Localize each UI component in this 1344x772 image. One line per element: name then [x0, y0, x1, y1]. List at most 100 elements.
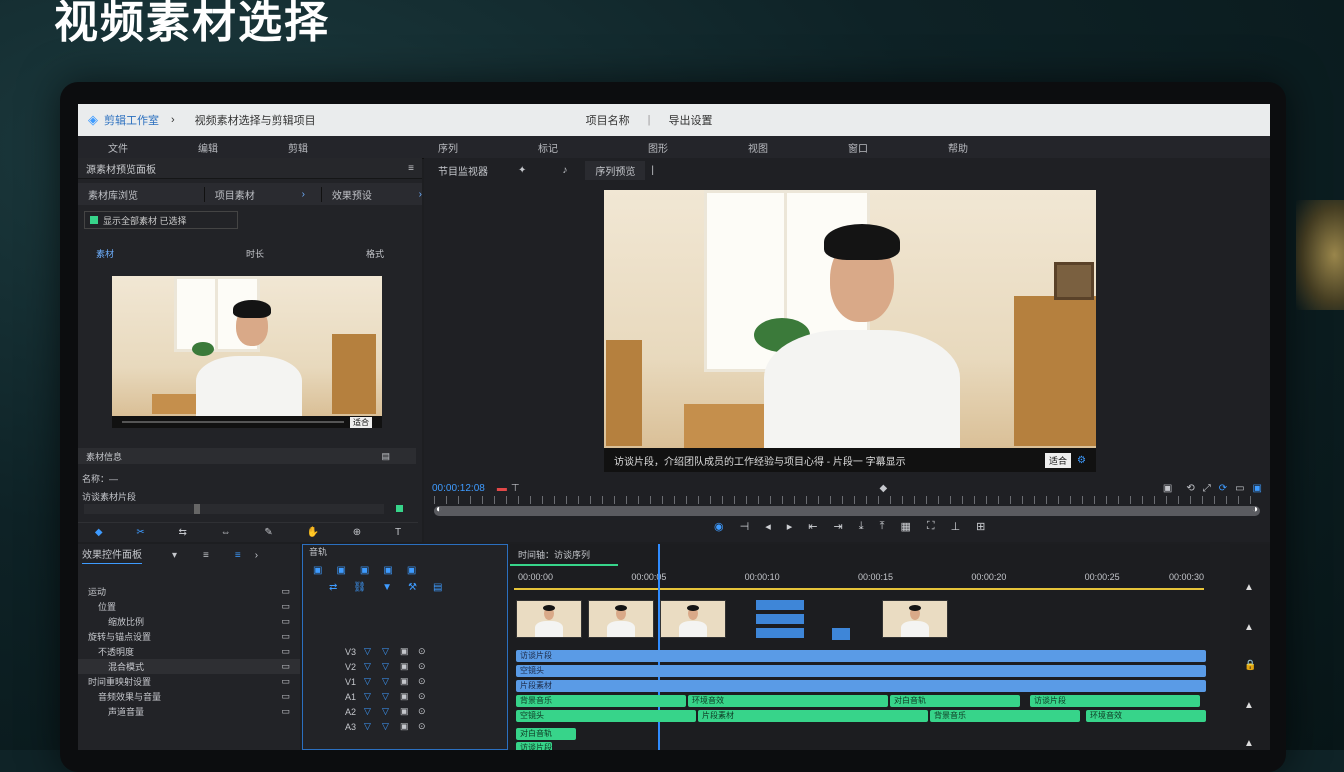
- menu-view[interactable]: 视图: [748, 140, 848, 155]
- small-clip[interactable]: [756, 614, 804, 624]
- effect-row[interactable]: 不透明度 ▭: [78, 644, 300, 659]
- small-clip[interactable]: [756, 628, 804, 638]
- tab-project[interactable]: 项目素材: [203, 186, 302, 202]
- mark-in-icon[interactable]: ⊣: [740, 520, 750, 533]
- program-scrubber[interactable]: ◐ ◑: [434, 504, 1260, 516]
- track-toggle-icon[interactable]: ⊙: [418, 646, 436, 657]
- fx-toggle-icon[interactable]: ▾: [172, 550, 177, 561]
- menu-file[interactable]: 文件: [108, 140, 198, 155]
- effect-row[interactable]: 旋转与锚点设置 ▭: [78, 629, 300, 644]
- info-slider-thumb[interactable]: [194, 504, 200, 514]
- fx-menu-icon[interactable]: ≡: [203, 550, 209, 561]
- track-head[interactable]: V3 ▽ ▽ ▣ ⊙: [302, 644, 508, 659]
- effect-row[interactable]: 混合模式 ▭: [78, 659, 300, 674]
- timeline-clip[interactable]: 背景音乐: [930, 710, 1080, 722]
- pen-tool-icon[interactable]: ✎: [264, 527, 272, 538]
- sync-icon[interactable]: ⟳: [1219, 483, 1227, 494]
- camera-icon[interactable]: ▣: [1163, 483, 1172, 494]
- track-toggle-icon[interactable]: ⊙: [418, 721, 436, 732]
- track-head[interactable]: A1 ▽ ▽ ▣ ⊙: [302, 689, 508, 704]
- effect-row-value-icon[interactable]: ▭: [281, 601, 290, 612]
- menu-edit[interactable]: 编辑: [198, 140, 288, 155]
- source-fit-badge[interactable]: 适合: [350, 416, 372, 428]
- zoom-tool-icon[interactable]: ⊕: [353, 527, 361, 538]
- track-toggle-icon[interactable]: ▽: [382, 646, 400, 657]
- clip-thumbnail[interactable]: [660, 600, 726, 638]
- lift-tool-icon[interactable]: ⊥: [951, 520, 961, 533]
- sort-icon-2[interactable]: ›: [419, 189, 422, 200]
- fx-list-icon[interactable]: ≡: [235, 550, 241, 561]
- timeline-clip[interactable]: 空镜头: [516, 665, 1206, 677]
- effect-row[interactable]: 位置 ▭: [78, 599, 300, 614]
- track-toggle-icon[interactable]: ⊙: [418, 691, 436, 702]
- step-forward-icon[interactable]: ▸: [787, 520, 793, 533]
- play-icon[interactable]: ◉: [714, 520, 724, 533]
- effect-row-value-icon[interactable]: ▭: [281, 691, 290, 702]
- track-tool-3-icon[interactable]: ▣: [360, 565, 369, 576]
- filter-checkbox[interactable]: [90, 216, 98, 224]
- wrench-icon[interactable]: ⚒: [408, 582, 417, 593]
- track-toggle-icon[interactable]: ▽: [364, 676, 382, 687]
- track-toggle-icon[interactable]: ▽: [364, 646, 382, 657]
- clip-thumbnail[interactable]: [588, 600, 654, 638]
- source-video-thumbnail[interactable]: 适合: [112, 276, 382, 428]
- timeline-clip[interactable]: 背景音乐: [516, 695, 686, 707]
- fx-more-icon[interactable]: ›: [255, 550, 258, 561]
- playhead-marker[interactable]: ◆: [880, 483, 888, 494]
- goto-out-icon[interactable]: ⇥: [833, 520, 842, 533]
- track-toggle-icon[interactable]: ▽: [364, 721, 382, 732]
- track-head[interactable]: A3 ▽ ▽ ▣ ⊙: [302, 719, 508, 734]
- info-slider[interactable]: [84, 504, 384, 514]
- col-duration[interactable]: 时长: [246, 247, 366, 260]
- track-toggle-icon[interactable]: ▣: [400, 646, 418, 657]
- text-tool-icon[interactable]: T: [395, 527, 401, 538]
- timeline-clip[interactable]: 对白音轨: [516, 728, 576, 740]
- track-toggle-icon[interactable]: ▽: [364, 661, 382, 672]
- track-toggle-icon[interactable]: ▣: [400, 661, 418, 672]
- settings-icon[interactable]: ⚙: [1077, 455, 1086, 466]
- fx-icon[interactable]: ✦: [500, 165, 544, 176]
- effect-row-value-icon[interactable]: ▭: [281, 586, 290, 597]
- overwrite-icon[interactable]: ⤒: [880, 520, 885, 533]
- col-clip[interactable]: 素材: [78, 247, 246, 260]
- menu-icon[interactable]: ≡: [408, 163, 414, 174]
- filter-row[interactable]: 显示全部素材 已选择: [84, 211, 238, 229]
- track-tool-1-icon[interactable]: ▣: [313, 565, 322, 576]
- scrub-end-icon[interactable]: ◑: [1252, 504, 1258, 515]
- track-toggle-icon[interactable]: ▽: [364, 706, 382, 717]
- clip-thumbnail[interactable]: [882, 600, 948, 638]
- track-head[interactable]: V1 ▽ ▽ ▣ ⊙: [302, 674, 508, 689]
- effect-row[interactable]: 运动 ▭: [78, 584, 300, 599]
- track-toggle-icon[interactable]: ▽: [382, 691, 400, 702]
- timeline-clip[interactable]: 片段素材: [698, 710, 928, 722]
- warning-icon-3[interactable]: ▲: [1244, 700, 1254, 711]
- hand-tool-icon[interactable]: ✋: [307, 527, 319, 538]
- lock-icon[interactable]: 🔒: [1244, 660, 1256, 671]
- ripple-tool-icon[interactable]: ⇆: [179, 527, 187, 538]
- warning-icon-1[interactable]: ▲: [1244, 582, 1254, 593]
- track-tool-5-icon[interactable]: ▣: [407, 565, 416, 576]
- track-head[interactable]: V2 ▽ ▽ ▣ ⊙: [302, 659, 508, 674]
- effect-row[interactable]: 缩放比例 ▭: [78, 614, 300, 629]
- track-toggle-icon[interactable]: ▣: [400, 721, 418, 732]
- safe-margin-icon[interactable]: ⤢: [1203, 483, 1211, 494]
- menu-clip[interactable]: 剪辑: [288, 140, 438, 155]
- effect-row-value-icon[interactable]: ▭: [281, 616, 290, 627]
- effect-row[interactable]: 声道音量 ▭: [78, 704, 300, 719]
- track-toggle-icon[interactable]: ⊙: [418, 706, 436, 717]
- grid-icon[interactable]: ▦: [900, 520, 910, 533]
- select-tool-icon[interactable]: ◆: [95, 527, 103, 538]
- audio-icon[interactable]: ♪: [544, 165, 585, 176]
- caption-icon[interactable]: ▤: [433, 582, 442, 593]
- tab-library[interactable]: 素材库浏览: [78, 187, 204, 202]
- effect-row-value-icon[interactable]: ▭: [281, 631, 290, 642]
- track-toggle-icon[interactable]: ▽: [382, 661, 400, 672]
- track-tool-4-icon[interactable]: ▣: [383, 565, 392, 576]
- track-tool-2-icon[interactable]: ▣: [336, 565, 345, 576]
- effect-row-value-icon[interactable]: ▭: [281, 646, 290, 657]
- effect-row-value-icon[interactable]: ▭: [281, 661, 290, 672]
- extract-icon[interactable]: ⊞: [976, 520, 985, 533]
- export-settings-link[interactable]: 导出设置: [669, 112, 713, 128]
- warning-icon-2[interactable]: ▲: [1244, 622, 1254, 633]
- menu-graphics[interactable]: 图形: [648, 140, 748, 155]
